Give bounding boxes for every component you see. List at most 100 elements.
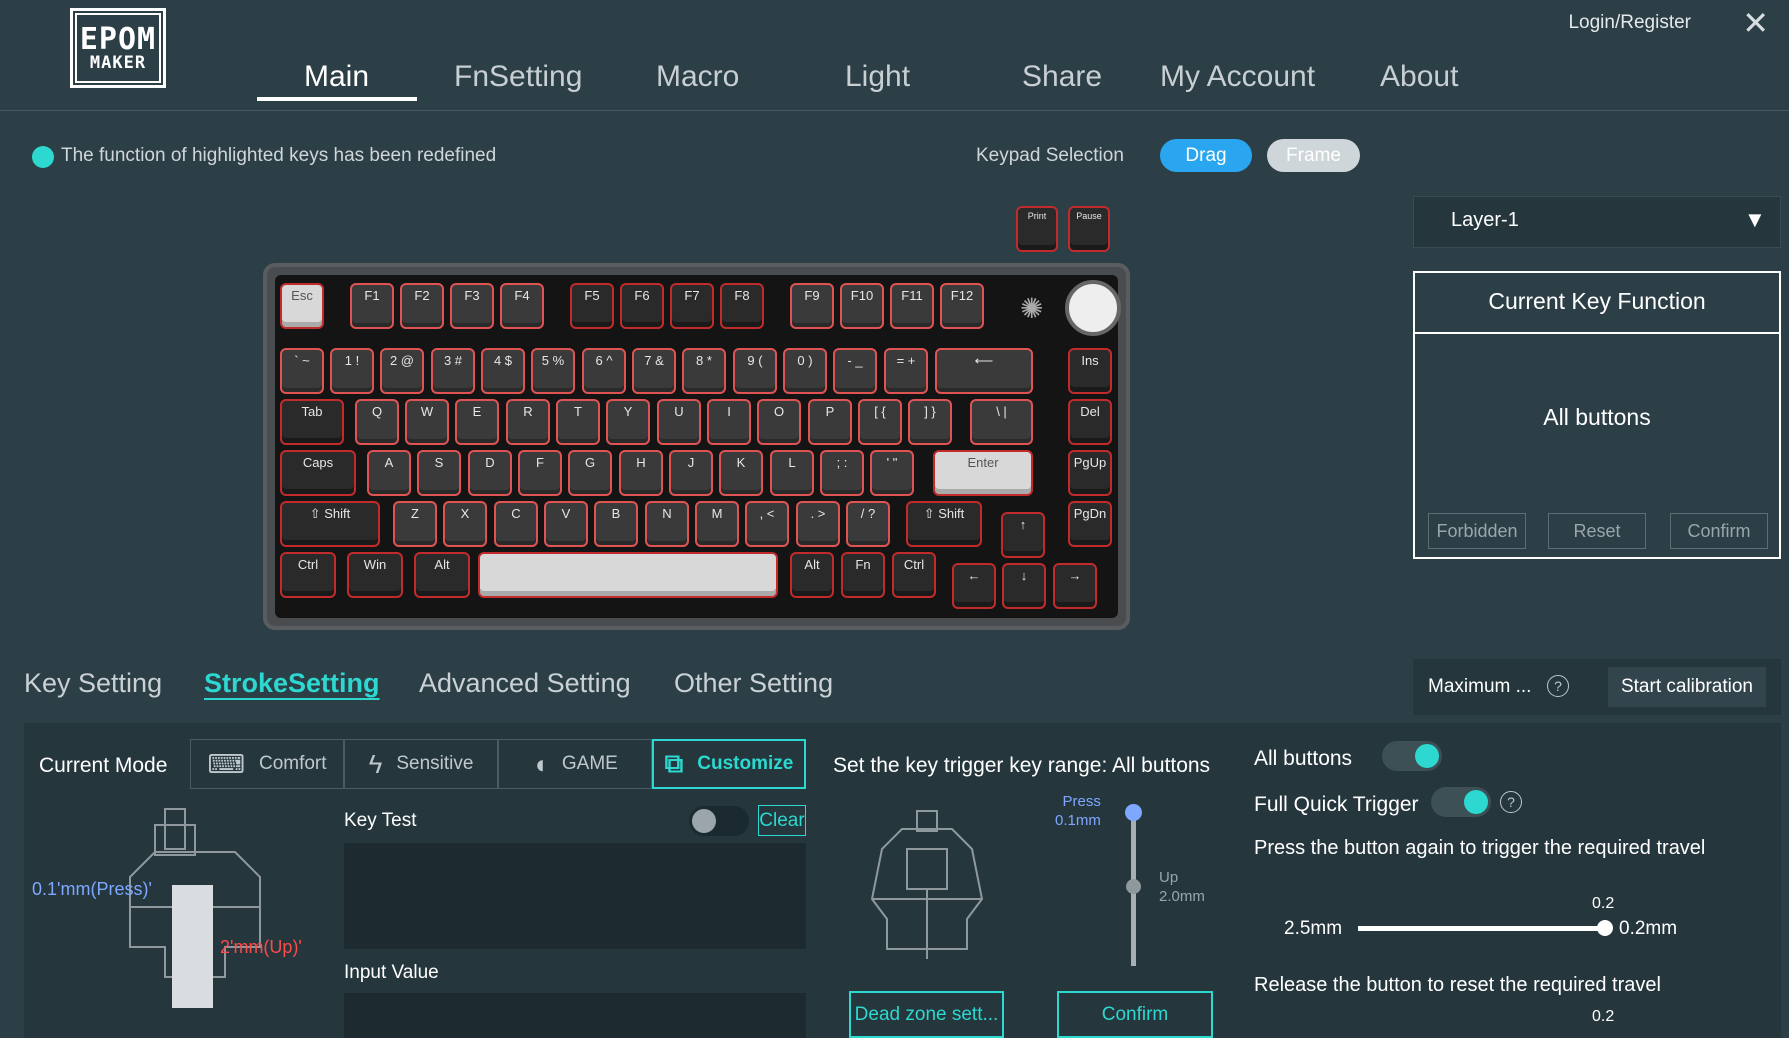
key-tab-row-10[interactable]: [ { [858, 399, 902, 445]
key-caps-row-5[interactable]: H [619, 450, 663, 496]
key-tab[interactable]: Tab [280, 399, 344, 445]
key-f5[interactable]: F5 [570, 283, 614, 329]
key-caps[interactable]: Caps [280, 450, 356, 496]
tab-key-setting[interactable]: Key Setting [24, 668, 162, 699]
key-caps-row-0[interactable]: A [367, 450, 411, 496]
press-range-handle[interactable] [1597, 920, 1613, 936]
key-tab-row-4[interactable]: T [556, 399, 600, 445]
tab-stroke-setting[interactable]: StrokeSetting [204, 668, 380, 699]
key-ins[interactable]: Ins [1068, 348, 1112, 394]
key-shift-row-7[interactable]: , < [745, 501, 789, 547]
key-right-shift[interactable]: ⇧ Shift [906, 501, 982, 547]
key-left-ctrl[interactable]: Ctrl [280, 552, 336, 598]
key-num-8[interactable]: 8 * [682, 348, 726, 394]
press-slider-handle[interactable] [1125, 804, 1142, 821]
key-f4[interactable]: F4 [500, 283, 544, 329]
key-shift-row-3[interactable]: V [544, 501, 588, 547]
key-f2[interactable]: F2 [400, 283, 444, 329]
input-value-field[interactable] [344, 993, 806, 1038]
mode-game-button[interactable]: ◖ GAME [498, 739, 652, 789]
key-pgup[interactable]: PgUp [1068, 450, 1112, 496]
key-pgdn[interactable]: PgDn [1068, 501, 1112, 547]
dead-zone-settings-button[interactable]: Dead zone sett... [849, 991, 1004, 1038]
tab-advanced-setting[interactable]: Advanced Setting [419, 668, 631, 699]
frame-button[interactable]: Frame [1267, 139, 1360, 172]
mode-comfort-button[interactable]: ⌨ Comfort [190, 739, 344, 789]
key-f1[interactable]: F1 [350, 283, 394, 329]
key-tab-row-2[interactable]: E [455, 399, 499, 445]
tab-fnsetting[interactable]: FnSetting [454, 60, 582, 94]
key-tab-row-11[interactable]: ] } [908, 399, 952, 445]
key-num-11[interactable]: - _ [833, 348, 877, 394]
key-caps-row-9[interactable]: ; : [820, 450, 864, 496]
key-backslash[interactable]: \ | [970, 399, 1033, 445]
confirm-key-function-button[interactable]: Confirm [1670, 513, 1768, 549]
tab-macro[interactable]: Macro [656, 60, 739, 94]
key-right-arrow[interactable]: → [1053, 563, 1097, 609]
help-icon[interactable]: ? [1547, 675, 1569, 697]
key-num-2[interactable]: 2 @ [380, 348, 424, 394]
key-tab-row-8[interactable]: O [757, 399, 801, 445]
confirm-button[interactable]: Confirm [1057, 991, 1213, 1038]
key-num-7[interactable]: 7 & [632, 348, 676, 394]
key-up-arrow[interactable]: ↑ [1001, 512, 1045, 558]
mode-customize-button[interactable]: ⧉ Customize [652, 739, 806, 789]
key-num-9[interactable]: 9 ( [733, 348, 777, 394]
key-down-arrow[interactable]: ↓ [1002, 563, 1046, 609]
press-range-slider[interactable] [1358, 926, 1605, 931]
tab-about[interactable]: About [1380, 60, 1458, 94]
key-f11[interactable]: F11 [890, 283, 934, 329]
key-shift-row-5[interactable]: N [645, 501, 689, 547]
key-caps-row-7[interactable]: K [719, 450, 763, 496]
key-test-area[interactable] [344, 843, 806, 949]
key-left-alt[interactable]: Alt [414, 552, 470, 598]
key-win[interactable]: Win [347, 552, 403, 598]
key-caps-row-3[interactable]: F [518, 450, 562, 496]
key-caps-row-2[interactable]: D [468, 450, 512, 496]
key-left-shift[interactable]: ⇧ Shift [280, 501, 380, 547]
key-shift-row-4[interactable]: B [594, 501, 638, 547]
help-icon[interactable]: ? [1500, 791, 1522, 813]
close-icon[interactable]: ✕ [1742, 4, 1769, 42]
key-num-6[interactable]: 6 ^ [582, 348, 626, 394]
tab-light[interactable]: Light [845, 60, 910, 94]
key-f6[interactable]: F6 [620, 283, 664, 329]
login-register-link[interactable]: Login/Register [1568, 12, 1691, 34]
key-shift-row-6[interactable]: M [695, 501, 739, 547]
key-tab-row-0[interactable]: Q [355, 399, 399, 445]
key-tab-row-5[interactable]: Y [606, 399, 650, 445]
key-caps-row-6[interactable]: J [669, 450, 713, 496]
key-enter[interactable]: Enter [933, 450, 1033, 496]
key-tab-row-7[interactable]: I [707, 399, 751, 445]
forbidden-button[interactable]: Forbidden [1428, 513, 1526, 549]
key-right-ctrl[interactable]: Ctrl [892, 552, 936, 598]
key-tab-row-3[interactable]: R [506, 399, 550, 445]
key-left-arrow[interactable]: ← [952, 563, 996, 609]
key-f12[interactable]: F12 [940, 283, 984, 329]
key-caps-row-10[interactable]: ' " [870, 450, 914, 496]
tab-main[interactable]: Main [304, 60, 369, 94]
key-print[interactable]: Print [1016, 206, 1058, 252]
key-num-10[interactable]: 0 ) [783, 348, 827, 394]
key-backspace[interactable]: ⟵ [935, 348, 1033, 394]
key-num-0[interactable]: ` ~ [280, 348, 324, 394]
clear-button[interactable]: Clear [758, 805, 806, 836]
key-num-12[interactable]: = + [884, 348, 928, 394]
start-calibration-button[interactable]: Start calibration [1608, 667, 1766, 707]
key-caps-row-4[interactable]: G [568, 450, 612, 496]
reset-button[interactable]: Reset [1548, 513, 1646, 549]
drag-button[interactable]: Drag [1160, 139, 1252, 172]
key-f10[interactable]: F10 [840, 283, 884, 329]
full-quick-trigger-toggle[interactable] [1431, 787, 1491, 817]
key-pause[interactable]: Pause [1068, 206, 1110, 252]
key-caps-row-1[interactable]: S [417, 450, 461, 496]
key-num-5[interactable]: 5 % [531, 348, 575, 394]
key-test-toggle[interactable] [689, 806, 749, 836]
key-f8[interactable]: F8 [720, 283, 764, 329]
key-shift-row-8[interactable]: . > [796, 501, 840, 547]
key-spacebar[interactable] [478, 552, 778, 598]
key-fn[interactable]: Fn [841, 552, 885, 598]
key-shift-row-0[interactable]: Z [393, 501, 437, 547]
tab-other-setting[interactable]: Other Setting [674, 668, 833, 699]
dropdown-arrow-icon[interactable]: ▼ [1744, 207, 1766, 233]
